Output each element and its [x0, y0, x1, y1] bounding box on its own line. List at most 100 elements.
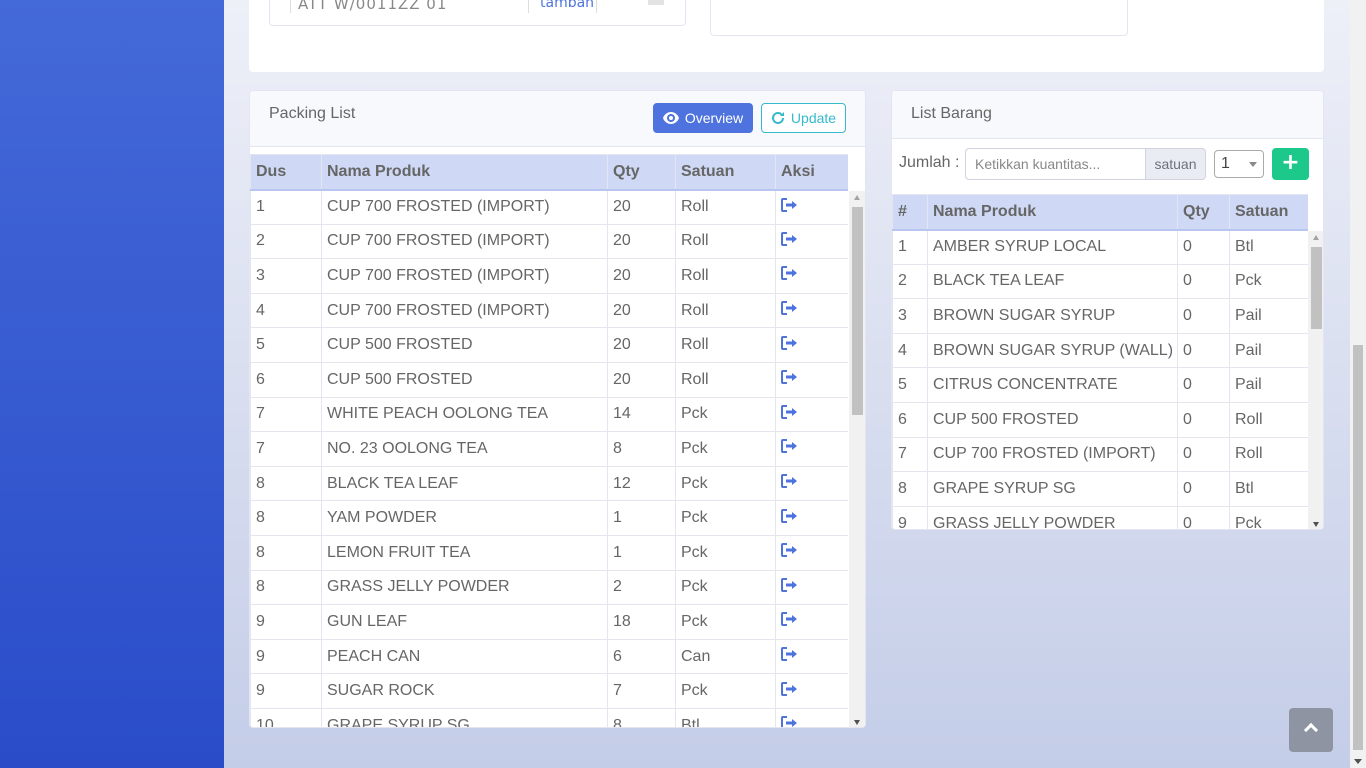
cell-produk: GRASS JELLY POWDER	[321, 569, 608, 606]
overview-button[interactable]: Overview	[653, 103, 753, 133]
table-row: 5 CUP 500 FROSTED 20 Roll	[250, 327, 848, 363]
column-header[interactable]: Qty	[607, 154, 676, 191]
cell-aksi	[775, 361, 848, 398]
column-header[interactable]: Qty	[1177, 194, 1230, 231]
scroll-up-arrow[interactable]	[1313, 235, 1319, 240]
sign-out-icon[interactable]	[781, 543, 798, 558]
plus-icon: +	[1281, 150, 1300, 175]
table-row: 1 CUP 700 FROSTED (IMPORT) 20 Roll	[250, 189, 848, 225]
cell-dus: 7	[250, 396, 322, 433]
table-row[interactable]: 7 CUP 700 FROSTED (IMPORT) 0 Roll	[892, 436, 1308, 473]
table-row[interactable]: 4 BROWN SUGAR SYRUP (WALL) 0 Pail	[892, 332, 1308, 369]
cell-no: 7	[892, 436, 928, 473]
sign-out-icon[interactable]	[781, 474, 798, 489]
unit-select[interactable]: 1	[1214, 150, 1264, 178]
unit-select-value: 1	[1221, 155, 1230, 172]
divider	[528, 0, 529, 13]
cell-satuan: Pck	[675, 673, 776, 709]
cell-dus: 9	[250, 604, 322, 640]
sign-out-icon[interactable]	[781, 301, 798, 316]
cell-dus: 1	[250, 189, 322, 225]
cell-satuan: Pck	[675, 500, 776, 536]
table-row[interactable]: 1 AMBER SYRUP LOCAL 0 Btl	[892, 229, 1308, 265]
cell-dus: 5	[250, 327, 322, 363]
column-header[interactable]: #	[892, 194, 928, 231]
scroll-thumb[interactable]	[852, 207, 863, 415]
scroll-down-arrow[interactable]	[1354, 759, 1362, 764]
cell-dus: 9	[250, 673, 322, 709]
sign-out-icon[interactable]	[781, 508, 798, 523]
table-row[interactable]: 8 GRAPE SYRUP SG 0 Btl	[892, 471, 1308, 507]
cell-produk: CUP 700 FROSTED (IMPORT)	[927, 436, 1178, 473]
quantity-input[interactable]: Ketikkan kuantitas...	[965, 148, 1146, 180]
packing-list-card: Packing List Overview Update Dus Nama Pr…	[249, 90, 866, 728]
sign-out-icon[interactable]	[781, 231, 798, 246]
sign-out-icon[interactable]	[781, 612, 798, 627]
cell-qty: 2	[607, 569, 676, 606]
sign-out-icon[interactable]	[781, 197, 798, 212]
add-button[interactable]: +	[1272, 148, 1309, 180]
table-row[interactable]: 9 GRASS JELLY POWDER 0 Pck	[892, 505, 1308, 529]
packing-scrollbar[interactable]	[849, 191, 865, 727]
sign-out-icon[interactable]	[781, 266, 798, 281]
sign-out-icon[interactable]	[781, 647, 798, 662]
barang-table-container[interactable]: # Nama Produk Qty Satuan 1 AMBER SYRUP LO…	[892, 194, 1308, 529]
column-header[interactable]: Nama Produk	[321, 154, 608, 191]
sign-out-icon[interactable]	[781, 370, 798, 385]
scroll-up-arrow[interactable]	[854, 195, 860, 200]
column-header[interactable]: Satuan	[1229, 194, 1308, 231]
cell-qty: 0	[1177, 505, 1230, 529]
sign-out-icon[interactable]	[781, 681, 798, 696]
chevron-down-icon	[1249, 162, 1257, 167]
scroll-thumb[interactable]	[1311, 247, 1322, 329]
cell-produk: GRAPE SYRUP SG	[927, 471, 1178, 507]
sign-out-icon[interactable]	[781, 439, 798, 454]
sign-out-icon[interactable]	[781, 716, 798, 728]
scroll-down-arrow[interactable]	[854, 720, 860, 725]
column-header[interactable]: Nama Produk	[927, 194, 1178, 231]
cell-produk: BROWN SUGAR SYRUP	[927, 298, 1178, 334]
page-scroll-thumb[interactable]	[1353, 345, 1363, 750]
packing-table-container[interactable]: Dus Nama Produk Qty Satuan Aksi 1 CUP 700…	[250, 154, 848, 728]
sign-out-icon[interactable]	[781, 335, 798, 350]
column-header[interactable]: Satuan	[675, 154, 776, 191]
table-row: 7 WHITE PEACH OOLONG TEA 14 Pck	[250, 396, 848, 433]
cell-produk: WHITE PEACH OOLONG TEA	[321, 396, 608, 433]
table-row[interactable]: 2 BLACK TEA LEAF 0 Pck	[892, 263, 1308, 300]
barang-scrollbar[interactable]	[1308, 231, 1323, 529]
update-button[interactable]: Update	[761, 103, 846, 133]
scroll-down-arrow[interactable]	[1313, 522, 1319, 527]
cell-no: 6	[892, 401, 928, 438]
cell-dus: 10	[250, 707, 322, 727]
page-scrollbar[interactable]	[1350, 0, 1366, 768]
column-header[interactable]: Dus	[250, 154, 322, 191]
list-barang-header: List Barang	[892, 91, 1323, 139]
scroll-to-top-button[interactable]	[1289, 708, 1333, 752]
column-header[interactable]: Aksi	[775, 154, 848, 191]
cell-satuan: Btl	[1229, 229, 1308, 265]
table-row: 3 CUP 700 FROSTED (IMPORT) 20 Roll	[250, 258, 848, 294]
table-row[interactable]: 5 CITRUS CONCENTRATE 0 Pail	[892, 367, 1308, 403]
cell-satuan: Roll	[1229, 436, 1308, 473]
cell-aksi	[775, 604, 848, 640]
table-row: 9 PEACH CAN 6 Can	[250, 638, 848, 675]
table-row[interactable]: 3 BROWN SUGAR SYRUP 0 Pail	[892, 298, 1308, 334]
cell-satuan: Pck	[675, 569, 776, 606]
tambah-link[interactable]: tambah	[540, 0, 594, 11]
cell-produk: BLACK TEA LEAF	[321, 465, 608, 502]
cell-qty: 1	[607, 534, 676, 571]
cell-satuan: Pck	[675, 604, 776, 640]
update-label: Update	[790, 110, 837, 126]
table-row: 8 GRASS JELLY POWDER 2 Pck	[250, 569, 848, 606]
cell-qty: 0	[1177, 332, 1230, 369]
cell-produk: AMBER SYRUP LOCAL	[927, 229, 1178, 265]
cell-satuan: Roll	[675, 361, 776, 398]
sign-out-icon[interactable]	[781, 577, 798, 592]
table-row[interactable]: 6 CUP 500 FROSTED 0 Roll	[892, 401, 1308, 438]
cell-aksi	[775, 569, 848, 606]
cell-aksi	[775, 327, 848, 363]
cell-produk: GRASS JELLY POWDER	[927, 505, 1178, 529]
sign-out-icon[interactable]	[781, 404, 798, 419]
barang-table-header: # Nama Produk Qty Satuan	[892, 194, 1308, 231]
cell-qty: 1	[607, 500, 676, 536]
